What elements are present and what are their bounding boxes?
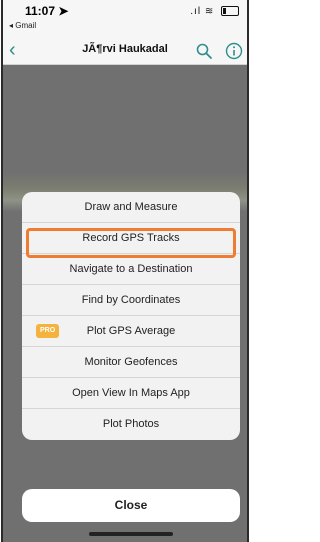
open-in-maps-app-button[interactable]: Open View In Maps App — [22, 378, 240, 409]
signal-icon: .ıl — [190, 6, 202, 17]
info-icon[interactable] — [225, 42, 243, 60]
draw-and-measure-button[interactable]: Draw and Measure — [22, 192, 240, 223]
search-icon[interactable] — [195, 42, 213, 60]
plot-gps-average-label: Plot GPS Average — [86, 325, 176, 337]
status-icons: .ıl ≋ — [190, 6, 239, 17]
back-to-app-link[interactable]: ◂ Gmail — [9, 21, 36, 30]
open-in-maps-app-label: Open View In Maps App — [72, 387, 190, 399]
action-sheet: Draw and Measure Record GPS Tracks Navig… — [22, 192, 240, 440]
find-by-coordinates-button[interactable]: Find by Coordinates — [22, 285, 240, 316]
pro-badge: PRO — [36, 324, 60, 338]
navigate-to-destination-button[interactable]: Navigate to a Destination — [22, 254, 240, 285]
draw-and-measure-label: Draw and Measure — [84, 201, 178, 213]
record-gps-tracks-button[interactable]: Record GPS Tracks — [22, 223, 240, 254]
wifi-icon: ≋ — [204, 6, 215, 17]
status-time: 11:07 ➤ — [25, 4, 68, 18]
navigate-to-destination-label: Navigate to a Destination — [69, 263, 193, 275]
status-bar: 11:07 ➤ ◂ Gmail .ıl ≋ — [3, 0, 247, 38]
plot-photos-label: Plot Photos — [102, 418, 160, 430]
monitor-geofences-button[interactable]: Monitor Geofences — [22, 347, 240, 378]
phone-screen: 11:07 ➤ ◂ Gmail .ıl ≋ ‹ JÃ¶rvi Haukadal … — [1, 0, 249, 542]
location-arrow-icon: ➤ — [58, 4, 69, 18]
navigation-bar: ‹ JÃ¶rvi Haukadal — [3, 38, 247, 65]
monitor-geofences-label: Monitor Geofences — [84, 356, 178, 368]
battery-icon — [221, 6, 239, 17]
record-gps-tracks-label: Record GPS Tracks — [82, 232, 180, 244]
close-button[interactable]: Close — [22, 489, 240, 522]
find-by-coordinates-label: Find by Coordinates — [81, 294, 181, 306]
home-indicator[interactable] — [89, 532, 173, 536]
status-time-text: 11:07 — [25, 4, 56, 18]
plot-photos-button[interactable]: Plot Photos — [22, 409, 240, 440]
plot-gps-average-button[interactable]: PRO Plot GPS Average — [22, 316, 240, 347]
